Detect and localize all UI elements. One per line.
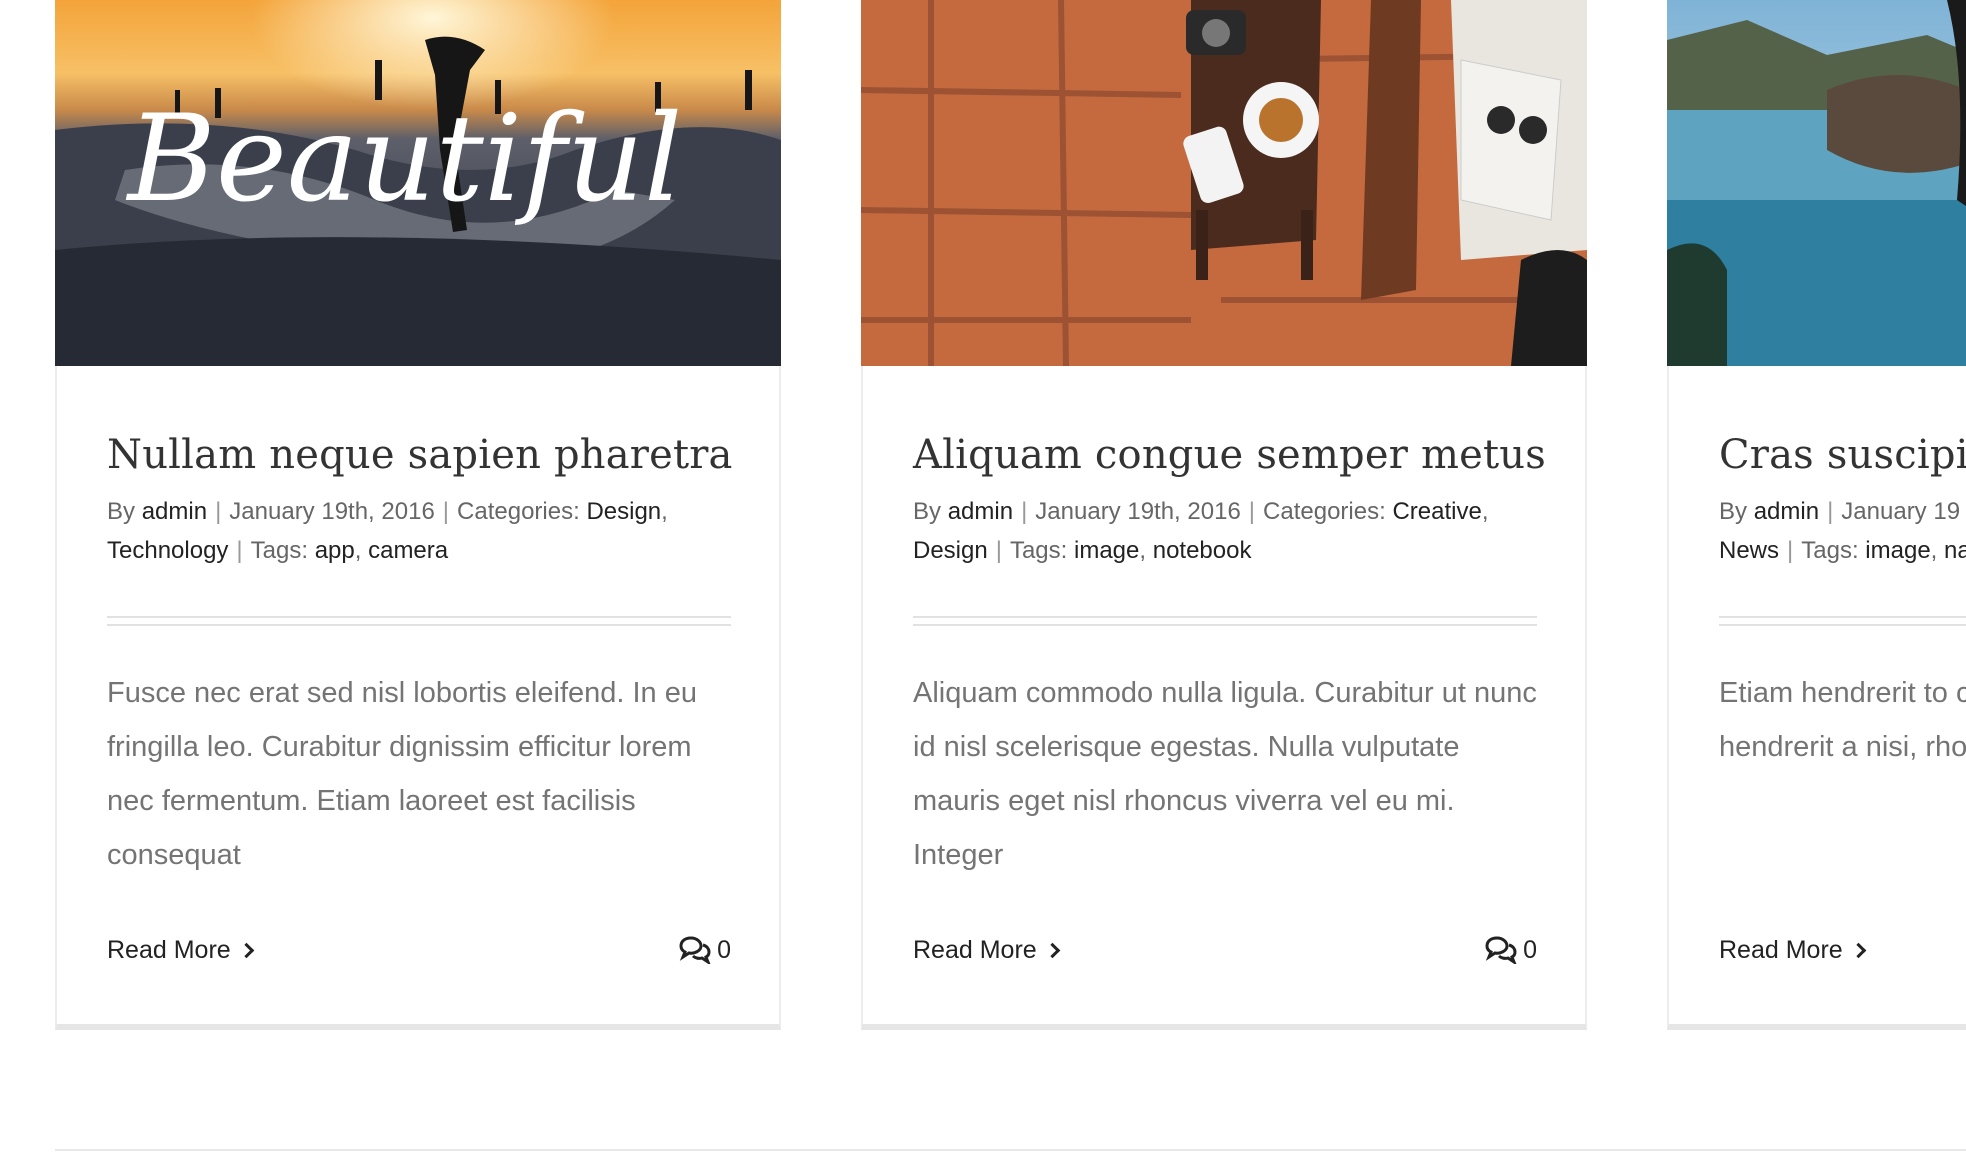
post-footer: Read More [1719,925,1966,975]
post-thumbnail[interactable] [1667,0,1966,366]
tag-link[interactable]: image [1074,537,1139,564]
post-card: Aliquam congue semper metus By admin | Jan… [861,0,1587,1030]
divider [913,616,1537,626]
author-link[interactable]: admin [948,498,1013,525]
category-link[interactable]: Design [586,498,661,525]
read-more-link[interactable]: Read More [107,936,254,965]
comments-link[interactable]: 0 [1485,936,1537,965]
post-date: January 19th, 2016 [229,498,435,525]
category-link[interactable]: Design [913,537,988,564]
chevron-right-icon [1850,942,1866,958]
coffee-table-image [861,0,1587,366]
comments-icon [679,936,711,964]
category-link[interactable]: Technology [107,537,228,564]
svg-text:Beautiful: Beautiful [126,90,683,229]
blog-grid: Beautiful Nullam neque sapien pharetra B… [0,0,1966,1164]
comments-link[interactable]: 0 [679,936,731,965]
post-footer: Read More 0 [913,925,1537,975]
tag-link[interactable]: app [315,537,355,564]
post-title[interactable]: Nullam neque sapien pharetra [107,432,732,478]
tag-link[interactable]: camera [368,537,448,564]
read-more-link[interactable]: Read More [1719,936,1866,965]
divider [1719,616,1966,626]
post-title[interactable]: Aliquam congue semper metus [913,432,1546,478]
divider [107,616,731,626]
post-date: January 19th, 2016 [1035,498,1241,525]
category-link[interactable]: News [1719,537,1779,564]
mountain-lake-image [1667,0,1966,366]
post-title[interactable]: Cras suscipit [1719,432,1966,478]
post-date: January 19 [1841,498,1961,525]
chevron-right-icon [1044,942,1060,958]
post-excerpt: Etiam hendrerit to condimentum. Nu feugi… [1719,677,1966,763]
post-footer: Read More 0 [107,925,731,975]
comments-icon [1485,936,1517,964]
chevron-right-icon [238,942,254,958]
section-divider [55,1149,1966,1151]
post-card: Beautiful Nullam neque sapien pharetra B… [55,0,781,1030]
post-thumbnail[interactable] [861,0,1587,366]
author-link[interactable]: admin [1754,498,1819,525]
tag-link[interactable]: notebook [1153,537,1252,564]
post-excerpt: Fusce nec erat sed nisl lobortis eleifen… [107,677,697,871]
author-link[interactable]: admin [142,498,207,525]
tag-link[interactable]: na [1944,537,1966,564]
post-meta: By admin | January 19th, 2016 | Categories: … [913,498,1489,564]
read-more-link[interactable]: Read More [913,936,1060,965]
post-meta: By admin | January 19 News | Tags: image, na [1719,492,1966,570]
category-link[interactable]: Creative [1392,498,1481,525]
post-meta: By admin | January 19th, 2016 | Categories: … [107,498,668,564]
post-excerpt: Aliquam commodo nulla ligula. Curabitur … [913,677,1537,871]
tag-link[interactable]: image [1865,537,1930,564]
post-card: Cras suscipit By admin | January 19 News | T… [1667,0,1966,1030]
post-thumbnail[interactable]: Beautiful [55,0,781,366]
skatepark-image: Beautiful [55,0,781,366]
